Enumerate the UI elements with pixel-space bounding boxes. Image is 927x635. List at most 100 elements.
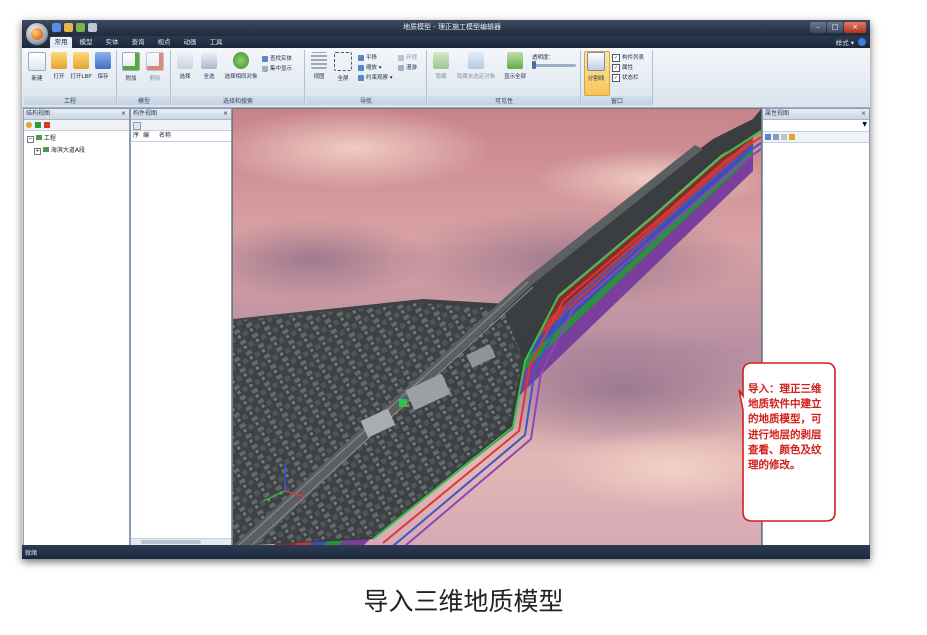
look-around-icon bbox=[398, 54, 404, 61]
callout-annotation: 导入：理正三维地质软件中建立的地质模型，可进行地层的剥层查看、颜色及纹理的修改。 bbox=[738, 360, 838, 524]
select-same-button[interactable]: 选择相同对象 bbox=[224, 52, 258, 80]
splitter-icon bbox=[587, 52, 605, 71]
tree-node-section[interactable]: + 海滨大道A段 bbox=[24, 143, 129, 155]
focus-show-button[interactable]: 集中显示 bbox=[262, 64, 292, 72]
folder-icon bbox=[35, 135, 42, 140]
new-button[interactable]: 新建 bbox=[26, 52, 48, 82]
hide-button[interactable]: 隐藏 bbox=[430, 52, 452, 80]
pan-icon bbox=[358, 54, 364, 61]
help-icon[interactable] bbox=[858, 38, 866, 46]
walk-icon bbox=[398, 64, 404, 71]
check-properties[interactable]: ✓ 属性 bbox=[612, 63, 633, 72]
add-icon[interactable] bbox=[35, 122, 41, 128]
close-panel-icon[interactable]: ⨯ bbox=[223, 109, 228, 119]
show-all-button[interactable]: 显示全部 bbox=[500, 52, 530, 80]
undo-quick-icon[interactable] bbox=[76, 23, 85, 32]
3d-viewport[interactable] bbox=[232, 108, 762, 547]
select-same-icon bbox=[233, 52, 249, 69]
properties-dropdown[interactable]: ▼ bbox=[763, 120, 869, 132]
remove-icon[interactable] bbox=[44, 122, 50, 128]
scrollbar-thumb[interactable] bbox=[141, 540, 201, 544]
collapse-icon[interactable]: − bbox=[27, 136, 34, 143]
open-button[interactable]: 打开 bbox=[48, 52, 70, 80]
tree-node-project[interactable]: − 工程 bbox=[24, 131, 129, 143]
hide-icon bbox=[433, 52, 449, 69]
hide-unselected-button[interactable]: 隐藏未选定对象 bbox=[456, 52, 496, 80]
column-name[interactable]: 名称 bbox=[159, 131, 199, 141]
geology-scene[interactable] bbox=[233, 109, 761, 546]
column-code[interactable]: 编 bbox=[143, 131, 159, 141]
component-panel-header: 构件视图 ⨯ bbox=[131, 109, 231, 120]
sort-az-icon[interactable] bbox=[773, 134, 779, 140]
group-label-navigation: 导航 bbox=[306, 96, 426, 105]
find-entity-button[interactable]: 查找实体 bbox=[262, 54, 292, 62]
group-label-window: 窗口 bbox=[582, 96, 652, 105]
transparency-slider[interactable] bbox=[532, 61, 576, 69]
refresh-icon[interactable] bbox=[26, 122, 32, 128]
close-panel-icon[interactable]: ⨯ bbox=[861, 109, 866, 119]
list-icon[interactable] bbox=[133, 122, 141, 130]
view-button[interactable]: 视图 bbox=[308, 52, 330, 80]
check-status-bar[interactable]: ✓ 状态栏 bbox=[612, 73, 639, 82]
open-quick-icon[interactable] bbox=[64, 23, 73, 32]
splitter-button[interactable]: 分割线 bbox=[585, 52, 607, 82]
figure-caption: 导入三维地质模型 bbox=[363, 587, 564, 616]
structure-panel: 结构视图 ⨯ − 工程 + 海滨大道A段 bbox=[23, 108, 130, 547]
categorized-icon[interactable] bbox=[765, 134, 771, 140]
column-index[interactable]: 序 bbox=[131, 131, 143, 141]
model-icon bbox=[42, 147, 49, 152]
expand-icon[interactable]: + bbox=[34, 148, 41, 155]
redo-quick-icon[interactable] bbox=[88, 23, 97, 32]
slider-thumb[interactable] bbox=[532, 61, 536, 69]
new-file-icon bbox=[28, 52, 46, 71]
delete-button[interactable]: 删除 bbox=[144, 52, 166, 82]
look-around-button[interactable]: 环视 bbox=[398, 53, 417, 61]
tab-viewpoint[interactable]: 视点 bbox=[154, 37, 174, 48]
attach-button[interactable]: 附加 bbox=[120, 52, 142, 82]
walk-button[interactable]: 漫游 bbox=[398, 63, 417, 71]
tab-query[interactable]: 查询 bbox=[128, 37, 148, 48]
app-menu-button[interactable] bbox=[25, 22, 49, 46]
minimize-button[interactable]: – bbox=[810, 22, 826, 33]
group-project: 新建 打开 打开LBP 保存 工程 bbox=[24, 50, 117, 105]
save-button[interactable]: 保存 bbox=[92, 52, 114, 80]
structure-tree: − 工程 + 海滨大道A段 bbox=[24, 131, 129, 155]
tab-animation[interactable]: 动画 bbox=[180, 37, 200, 48]
group-visibility: 隐藏 隐藏未选定对象 显示全部 透明度： 可见性 bbox=[428, 50, 581, 105]
tab-model[interactable]: 模型 bbox=[76, 37, 96, 48]
property-pages-icon[interactable] bbox=[781, 134, 787, 140]
select-all-icon bbox=[201, 52, 217, 69]
save-icon bbox=[95, 52, 111, 69]
selection-marker[interactable] bbox=[399, 399, 407, 407]
save-quick-icon[interactable] bbox=[52, 23, 61, 32]
delete-icon bbox=[146, 52, 164, 71]
maximize-button[interactable]: □ bbox=[827, 22, 843, 33]
group-navigation: 视图 全屏 平移 缩放 ▾ 约束观察 ▾ 环视 漫游 导航 bbox=[306, 50, 427, 105]
style-menu[interactable]: 样式 ▾ bbox=[836, 37, 854, 47]
zoom-button[interactable]: 缩放 ▾ bbox=[358, 63, 382, 71]
select-button[interactable]: 选择 bbox=[174, 52, 196, 80]
close-button[interactable]: × bbox=[844, 22, 866, 33]
close-panel-icon[interactable]: ⨯ bbox=[121, 109, 126, 119]
fullscreen-button[interactable]: 全屏 bbox=[332, 52, 354, 82]
focus-icon bbox=[262, 65, 268, 72]
group-label-visibility: 可见性 bbox=[428, 96, 580, 105]
title-bar: 地质模型 - 理正施工模型编辑器 – □ × bbox=[22, 20, 870, 36]
tab-tools[interactable]: 工具 bbox=[206, 37, 226, 48]
group-model: 附加 删除 模型 bbox=[118, 50, 171, 105]
zoom-icon bbox=[358, 64, 364, 71]
check-component-list[interactable]: ✓ 构件列表 bbox=[612, 53, 644, 62]
pan-button[interactable]: 平移 bbox=[358, 53, 377, 61]
hide-unselected-icon bbox=[468, 52, 484, 69]
chevron-down-icon[interactable]: ▼ bbox=[862, 121, 867, 128]
edit-icon[interactable] bbox=[789, 134, 795, 140]
select-all-button[interactable]: 全选 bbox=[198, 52, 220, 80]
orbit-button[interactable]: 约束观察 ▾ bbox=[358, 73, 393, 81]
tab-entity[interactable]: 实体 bbox=[102, 37, 122, 48]
tab-home[interactable]: 常用 bbox=[50, 37, 72, 48]
transparency-label: 透明度： bbox=[532, 55, 555, 61]
open-lbp-button[interactable]: 打开LBP bbox=[70, 52, 92, 80]
ribbon: 新建 打开 打开LBP 保存 工程 附加 删除 模型 选择 全选 选择相同对象 … bbox=[22, 48, 870, 108]
structure-toolbar bbox=[24, 120, 129, 131]
view-icon bbox=[311, 52, 327, 69]
